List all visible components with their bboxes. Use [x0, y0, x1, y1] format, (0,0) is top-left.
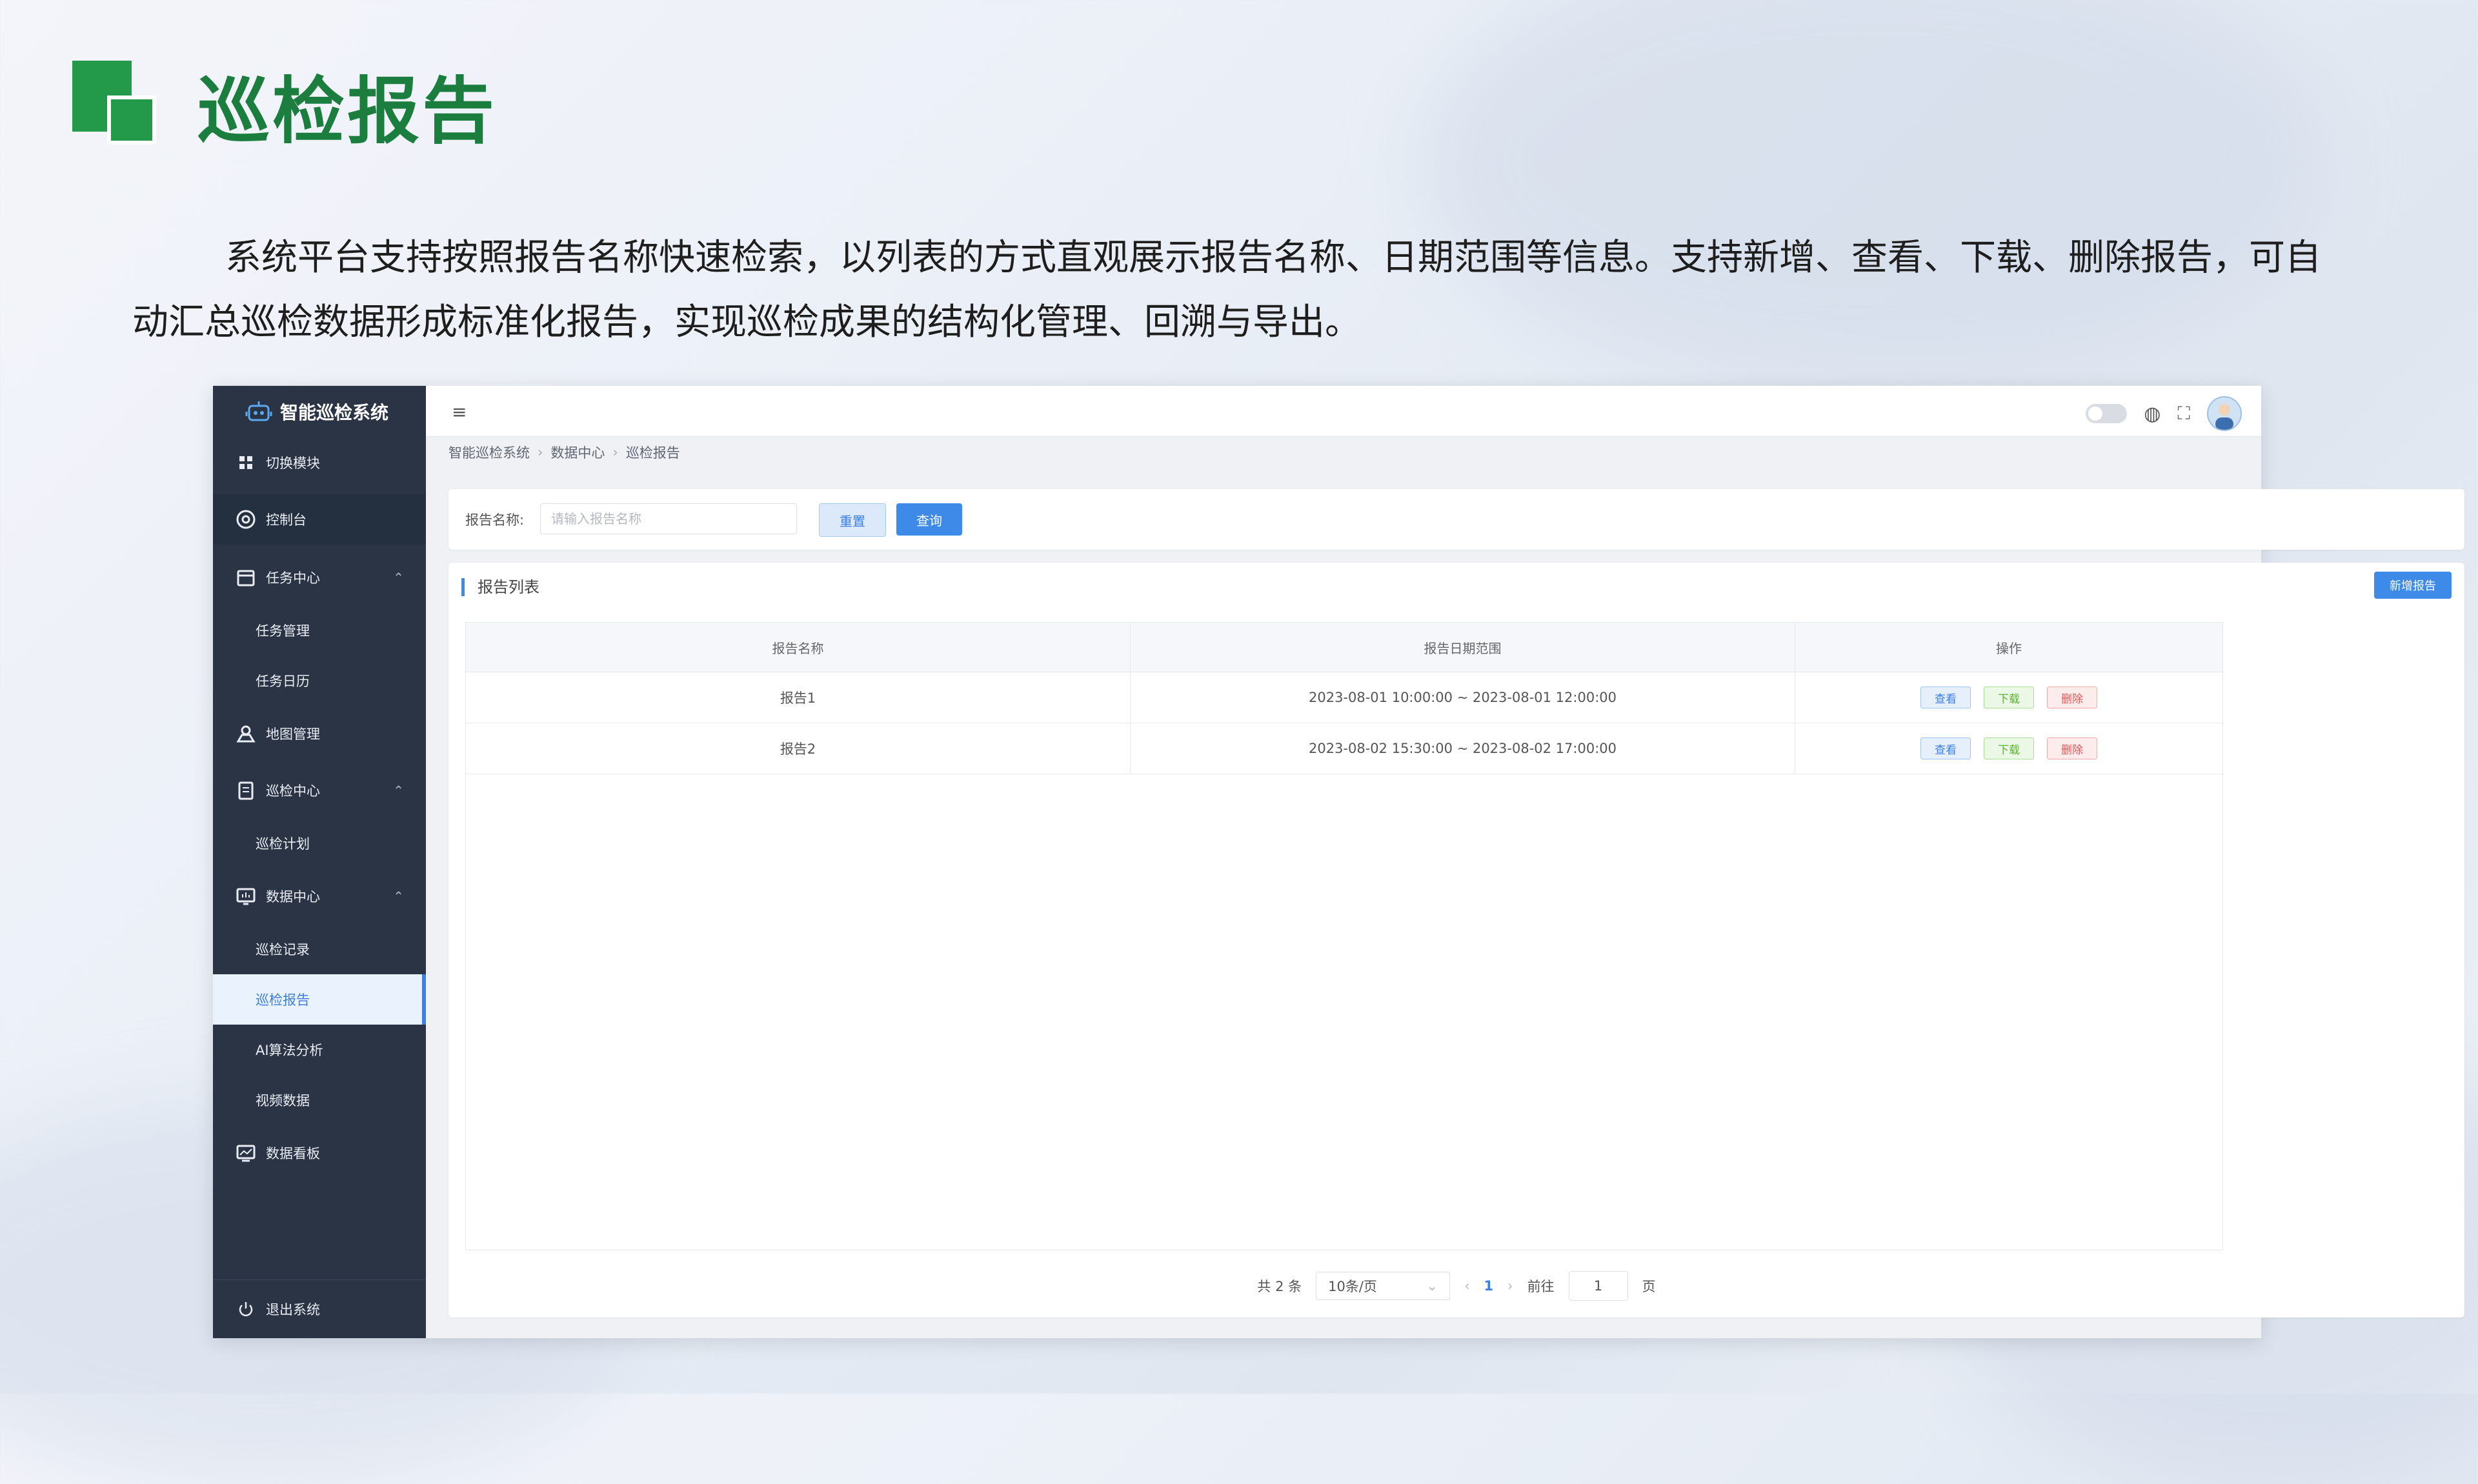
- menu-label: 数据看板: [266, 1146, 320, 1161]
- view-button[interactable]: 查看: [1920, 737, 1971, 759]
- calendar-icon: [235, 567, 257, 588]
- breadcrumb-item[interactable]: 数据中心: [550, 443, 605, 462]
- goto-label: 前往: [1527, 1279, 1555, 1294]
- app-window: 智能巡检系统 切换模块 控制台 任务中心 ⌃ 任务管理 任务日历 地图管理 巡检…: [213, 386, 2464, 1338]
- menu-label: 巡检计划: [256, 836, 310, 852]
- row-actions: 查看 下载 删除: [1795, 723, 2222, 774]
- chevron-down-icon: ⌄: [1426, 1278, 1438, 1294]
- chevron-up-icon: ⌃: [393, 783, 404, 798]
- breadcrumb: 智能巡检系统 › 数据中心 › 巡检报告: [448, 443, 680, 462]
- page-size-select[interactable]: 10条/页 ⌄: [1316, 1272, 1451, 1300]
- table-row: 报告1 2023-08-01 10:00:00 ~ 2023-08-01 12:…: [466, 672, 2222, 723]
- logout-button[interactable]: 退出系统: [213, 1279, 426, 1338]
- monitor-chart-icon: [235, 885, 257, 907]
- row-actions: 查看 下载 删除: [1795, 672, 2222, 723]
- slide-intro: 系统平台支持按照报告名称快速检索，以列表的方式直观展示报告名称、日期范围等信息。…: [132, 237, 2321, 343]
- menu-label: 任务管理: [256, 623, 310, 639]
- menu-task-center[interactable]: 任务中心 ⌃: [213, 552, 426, 603]
- add-report-button[interactable]: 新增报告: [2374, 572, 2452, 599]
- menu-data-center[interactable]: 数据中心 ⌃: [213, 871, 426, 921]
- menu-label: 任务中心: [266, 570, 320, 586]
- clipboard-icon: [235, 779, 257, 801]
- menu-label: 巡检报告: [256, 992, 310, 1008]
- reset-button[interactable]: 重置: [819, 503, 886, 537]
- menu-patrol-record[interactable]: 巡检记录: [213, 924, 426, 974]
- dashboard-icon: [235, 508, 257, 530]
- menu-label: 巡检中心: [266, 783, 320, 799]
- map-pin-icon: [235, 723, 257, 745]
- menu-label: 数据中心: [266, 889, 320, 905]
- menu-video-data[interactable]: 视频数据: [213, 1075, 426, 1125]
- menu-label: 控制台: [266, 512, 307, 528]
- robot-icon: [245, 401, 272, 421]
- table-header: 报告名称 报告日期范围 操作: [466, 623, 2222, 672]
- menu-switch-module[interactable]: 切换模块: [213, 437, 426, 488]
- prev-page-icon[interactable]: ‹: [1464, 1278, 1469, 1294]
- menu-ai-analysis[interactable]: AI算法分析: [213, 1025, 426, 1075]
- list-title: 报告列表: [461, 578, 539, 596]
- logout-label: 退出系统: [266, 1302, 320, 1318]
- search-input[interactable]: 请输入报告名称: [540, 503, 797, 534]
- report-name: 报告2: [466, 723, 1131, 774]
- menu-label: 视频数据: [256, 1093, 310, 1108]
- goto-page-input[interactable]: 1: [1568, 1271, 1628, 1301]
- delete-button[interactable]: 删除: [2047, 737, 2097, 759]
- search-label: 报告名称:: [465, 512, 525, 528]
- grid-icon: [235, 452, 257, 474]
- menu-patrol-report[interactable]: 巡检报告: [213, 974, 426, 1025]
- header-name: 报告名称: [466, 623, 1131, 672]
- delete-button[interactable]: 删除: [2047, 687, 2097, 708]
- view-button[interactable]: 查看: [1920, 687, 1971, 708]
- download-button[interactable]: 下载: [1984, 737, 2034, 759]
- app-name: 智能巡检系统: [280, 402, 389, 423]
- chevron-up-icon: ⌃: [393, 570, 404, 585]
- report-list-panel: 报告列表 新增报告 报告名称 报告日期范围 操作 报告1 2023-08-01 …: [448, 563, 2464, 1318]
- report-range: 2023-08-02 15:30:00 ~ 2023-08-02 17:00:0…: [1131, 723, 1795, 774]
- page-suffix: 页: [1642, 1279, 1656, 1294]
- slide-title: 巡检报告: [197, 70, 497, 154]
- next-page-icon[interactable]: ›: [1507, 1278, 1513, 1294]
- download-button[interactable]: 下载: [1984, 687, 2034, 708]
- menu-console[interactable]: 控制台: [213, 494, 426, 545]
- menu-label: 切换模块: [266, 456, 320, 471]
- query-button[interactable]: 查询: [896, 503, 962, 536]
- menu-patrol-center[interactable]: 巡检中心 ⌃: [213, 765, 426, 816]
- menu-toggle-icon[interactable]: ≡: [452, 401, 467, 423]
- sidebar: 智能巡检系统 切换模块 控制台 任务中心 ⌃ 任务管理 任务日历 地图管理 巡检…: [213, 386, 426, 1338]
- current-page[interactable]: 1: [1484, 1278, 1494, 1294]
- chevron-right-icon: ›: [538, 445, 543, 460]
- total-count: 共 2 条: [1257, 1279, 1302, 1294]
- language-icon[interactable]: ◍: [2144, 403, 2161, 425]
- report-table: 报告名称 报告日期范围 操作 报告1 2023-08-01 10:00:00 ~…: [465, 622, 2223, 1250]
- fullscreen-icon[interactable]: ⛶: [2177, 403, 2190, 425]
- menu-patrol-plan[interactable]: 巡检计划: [213, 818, 426, 868]
- slide-logo-icon: [72, 61, 156, 145]
- table-row: 报告2 2023-08-02 15:30:00 ~ 2023-08-02 17:…: [466, 723, 2222, 774]
- menu-label: AI算法分析: [256, 1043, 323, 1058]
- menu-label: 地图管理: [266, 727, 320, 742]
- report-name: 报告1: [466, 672, 1131, 723]
- pagination: 共 2 条 10条/页 ⌄ ‹ 1 › 前往 1 页: [448, 1271, 2464, 1301]
- avatar[interactable]: [2207, 396, 2242, 431]
- breadcrumb-item[interactable]: 智能巡检系统: [448, 443, 530, 462]
- board-icon: [235, 1142, 257, 1164]
- menu-map-manage[interactable]: 地图管理: [213, 708, 426, 759]
- header-range: 报告日期范围: [1131, 623, 1795, 672]
- chevron-up-icon: ⌃: [393, 888, 404, 904]
- app-brand[interactable]: 智能巡检系统: [213, 386, 426, 437]
- topbar: ≡ ◍ ⛶: [426, 386, 2261, 437]
- header-actions: 操作: [1996, 640, 2022, 656]
- search-panel: 报告名称: 请输入报告名称 重置 查询: [448, 489, 2464, 550]
- page-size-value: 10条/页: [1328, 1279, 1377, 1294]
- menu-task-calendar[interactable]: 任务日历: [213, 656, 426, 706]
- chevron-right-icon: ›: [612, 445, 618, 460]
- menu-label: 任务日历: [256, 674, 310, 689]
- menu-task-manage[interactable]: 任务管理: [213, 605, 426, 656]
- theme-toggle[interactable]: [2086, 404, 2128, 423]
- report-range: 2023-08-01 10:00:00 ~ 2023-08-01 12:00:0…: [1131, 672, 1795, 723]
- menu-label: 巡检记录: [256, 942, 310, 958]
- breadcrumb-item: 巡检报告: [625, 445, 680, 461]
- power-icon: [235, 1298, 257, 1320]
- menu-data-board[interactable]: 数据看板: [213, 1128, 426, 1178]
